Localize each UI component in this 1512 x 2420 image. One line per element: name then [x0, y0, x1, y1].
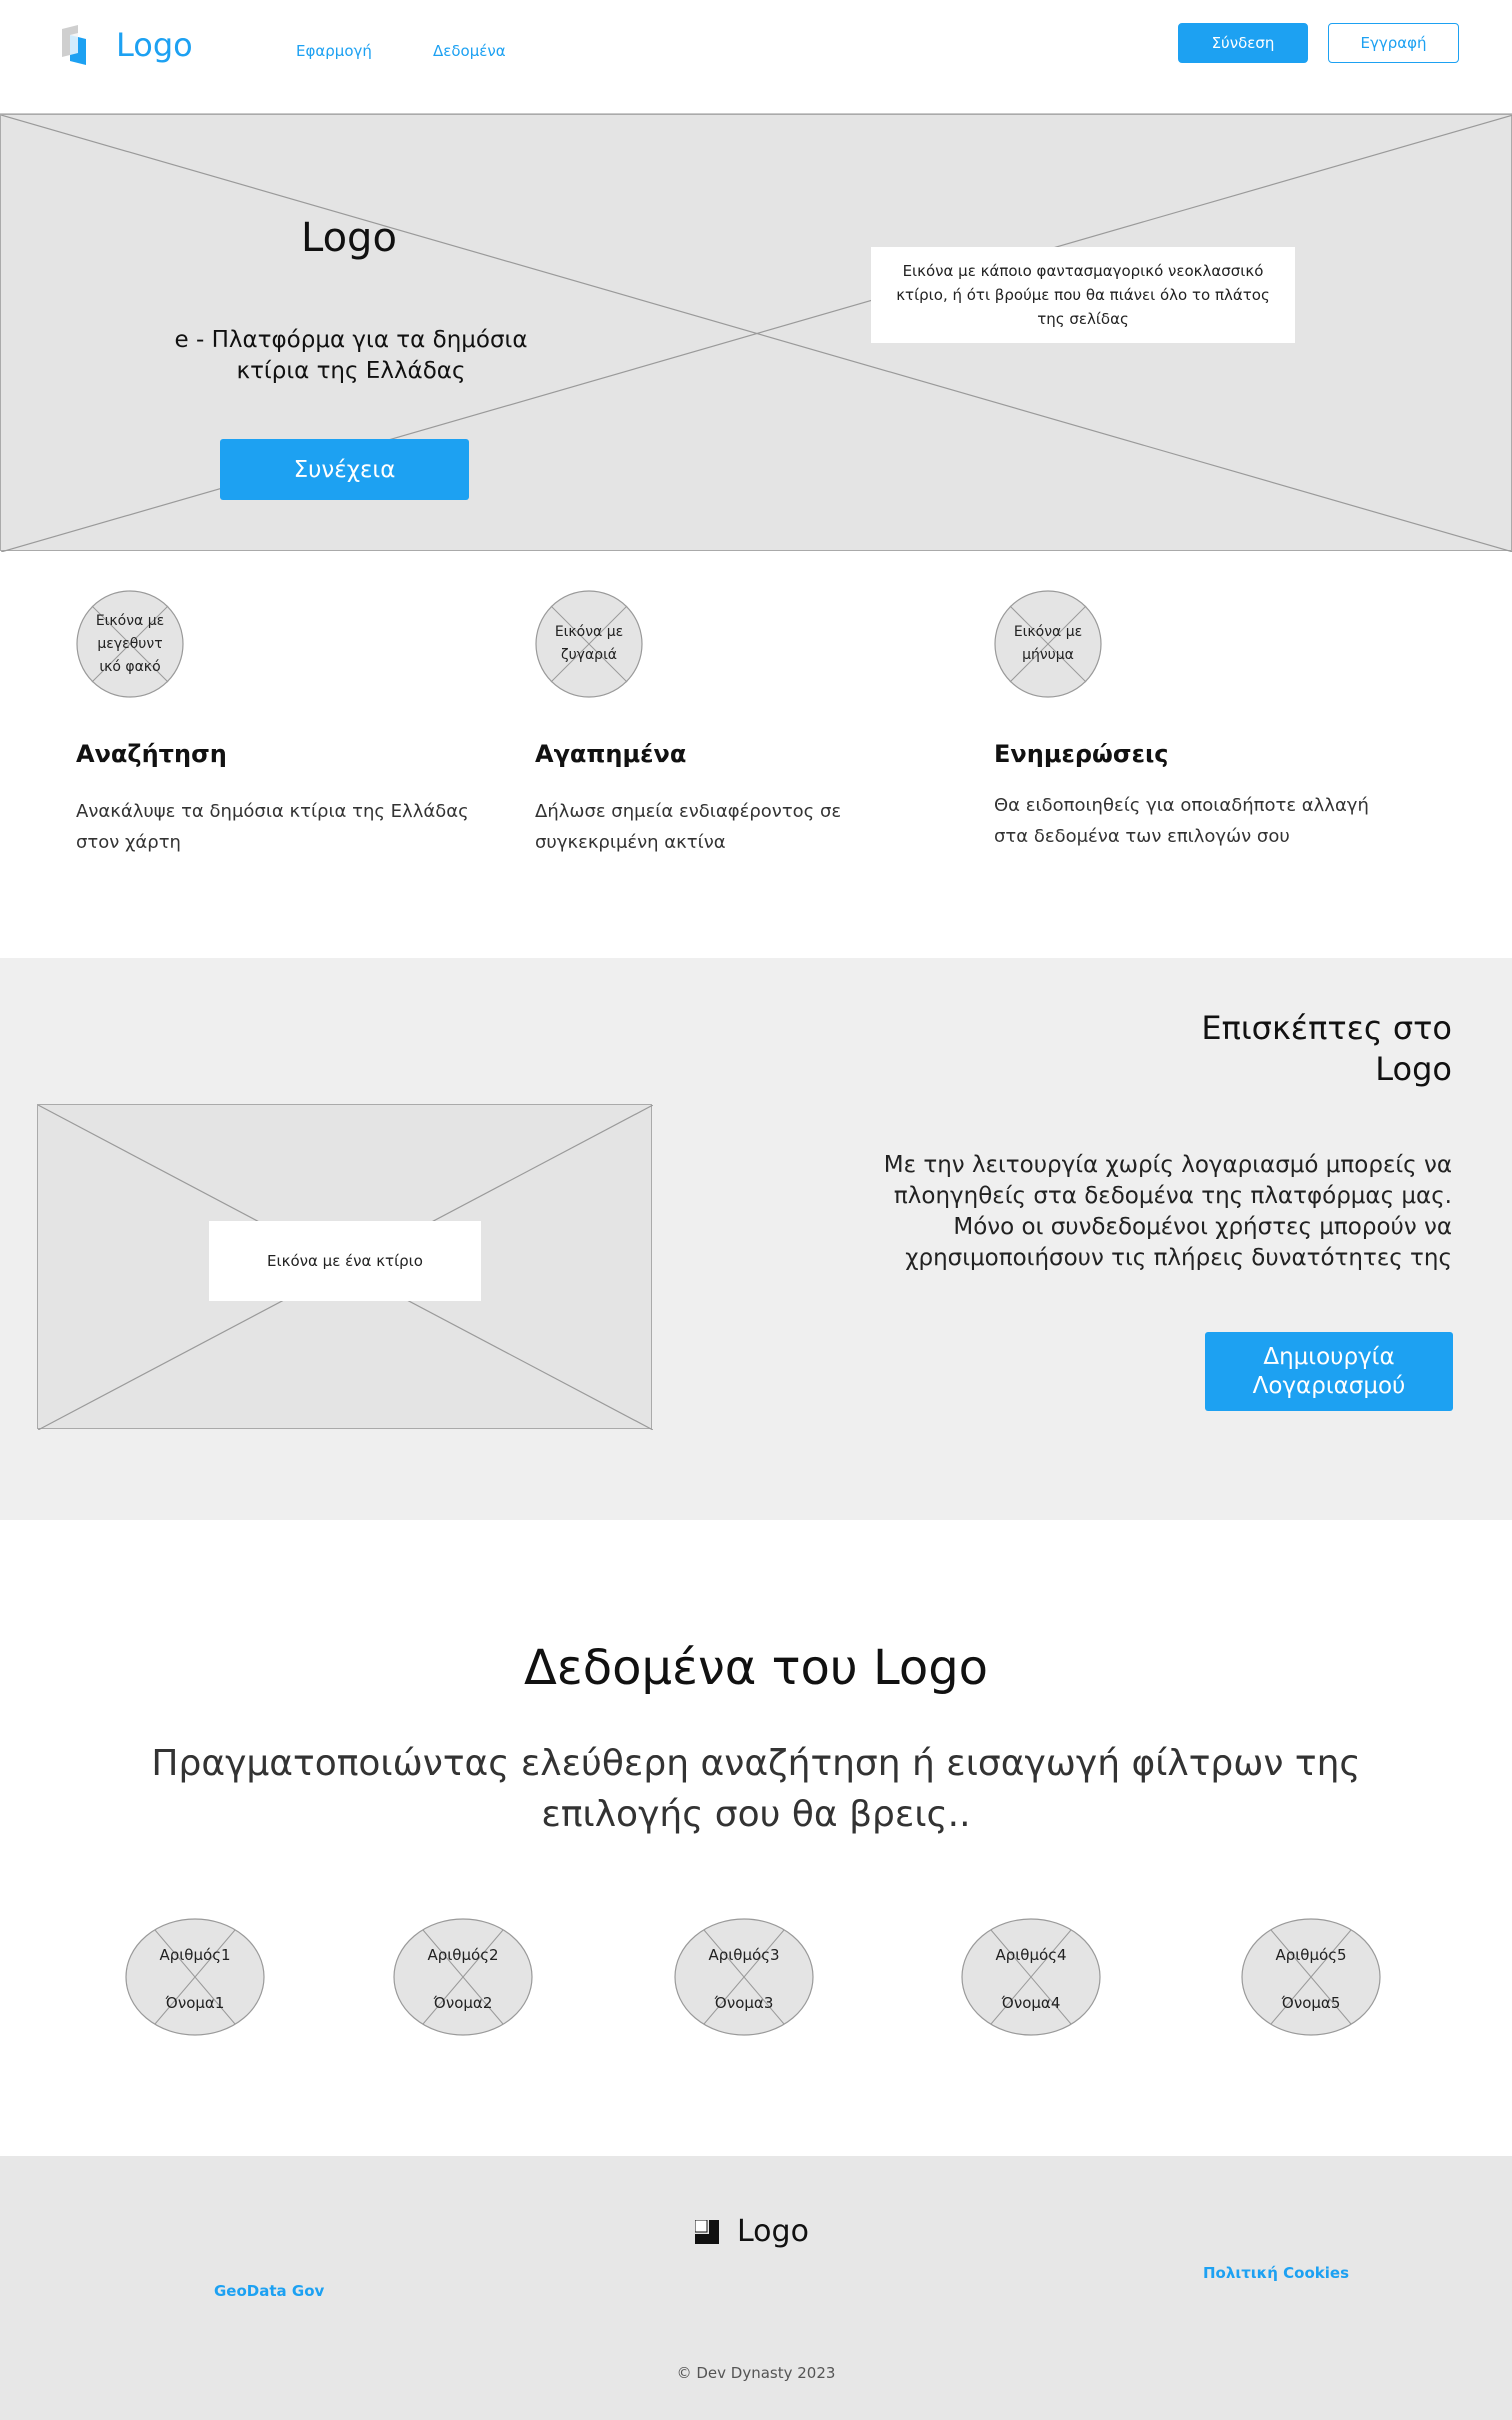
message-feature-icon-label: Εικόνα με μήνυμα — [1013, 624, 1083, 663]
feature-title-favorites: Αγαπημένα — [535, 740, 687, 768]
stat-circle: Αριθμός5 Όνομα5 — [1241, 1918, 1381, 2036]
create-account-button[interactable]: Δημιουργία Λογαριασμού — [1205, 1332, 1453, 1411]
stat-number: Αριθμός2 — [427, 1946, 499, 1964]
stat-name: Όνομα5 — [1281, 1994, 1341, 2012]
header-logo-text[interactable]: Logo — [116, 26, 193, 64]
data-section-title: Δεδομένα του Logo — [523, 1640, 989, 1696]
building-image-placeholder: Εικόνα με ένα κτίριο — [37, 1104, 653, 1430]
cookie-policy-link[interactable]: Πολιτική Cookies — [1203, 2264, 1349, 2282]
stat-number: Αριθμός1 — [159, 1946, 231, 1964]
feature-desc-favorites: Δήλωσε σημεία ενδιαφέροντος σε συγκεκριμ… — [535, 801, 842, 853]
register-button[interactable]: Εγγραφή — [1328, 23, 1459, 63]
building-image-caption: Εικόνα με ένα κτίριο — [209, 1221, 481, 1301]
message-feature-icon: Εικόνα με μήνυμα — [994, 590, 1102, 698]
stat-number: Αριθμός5 — [1275, 1946, 1347, 1964]
footer-logo-text: Logo — [737, 2214, 809, 2249]
stat-circle: Αριθμός3 Όνομα3 — [674, 1918, 814, 2036]
continue-button[interactable]: Συνέχεια — [220, 439, 469, 500]
visitors-section: Εικόνα με ένα κτίριο Επισκέπτες στο Logo… — [0, 958, 1512, 1520]
scale-feature-icon-label: Εικόνα με ζυγαριά — [554, 624, 624, 663]
nav-link-data[interactable]: Δεδομένα — [433, 42, 506, 60]
nav-link-app[interactable]: Εφαρμογή — [296, 42, 372, 60]
stat-name: Όνομα4 — [1001, 1994, 1061, 2012]
stat-number: Αριθμός4 — [995, 1946, 1067, 1964]
feature-desc-updates: Θα ειδοποιηθείς για οποιαδήποτε αλλαγή σ… — [994, 795, 1369, 847]
scale-feature-icon: Εικόνα με ζυγαριά — [535, 590, 643, 698]
feature-title-search: Αναζήτηση — [76, 740, 227, 768]
search-feature-icon-label: Εικόνα με μεγεθυντ ικό φακό — [95, 612, 165, 675]
visitors-text: Με την λειτουργία χωρίς λογαριασμό μπορε… — [883, 1152, 1452, 1271]
hero-logo-text: Logo — [301, 215, 397, 261]
footer: Logo GeoData Gov Πολιτική Cookies © Dev … — [0, 2156, 1512, 2420]
hero-subtitle: e - Πλατφόρμα για τα δημόσια κτίρια της … — [174, 327, 528, 384]
visitors-title: Επισκέπτες στο Logo — [1201, 1009, 1452, 1088]
footer-logo-icon — [694, 2219, 719, 2244]
top-nav-bar: Logo Εφαρμογή Δεδομένα Σύνδεση Εγγραφή — [0, 0, 1512, 114]
feature-title-updates: Ενημερώσεις — [994, 740, 1169, 768]
stat-number: Αριθμός3 — [708, 1946, 780, 1964]
feature-desc-search: Ανακάλυψε τα δημόσια κτίρια της Ελλάδας … — [76, 801, 469, 853]
data-section-subtitle: Πραγματοποιώντας ελεύθερη αναζήτηση ή ει… — [151, 1743, 1361, 1835]
geodata-gov-link[interactable]: GeoData Gov — [214, 2282, 324, 2300]
stat-name: Όνομα1 — [165, 1994, 225, 2012]
stat-name: Όνομα2 — [433, 1994, 493, 2012]
login-button[interactable]: Σύνδεση — [1178, 23, 1308, 63]
copyright-text: © Dev Dynasty 2023 — [676, 2364, 836, 2382]
logo-icon[interactable] — [60, 25, 92, 65]
stat-circle: Αριθμός4 Όνομα4 — [961, 1918, 1101, 2036]
stat-name: Όνομα3 — [714, 1994, 774, 2012]
search-feature-icon: Εικόνα με μεγεθυντ ικό φακό — [76, 590, 184, 698]
hero-image-caption: Εικόνα με κάποιο φαντασμαγορικό νεοκλασσ… — [871, 247, 1295, 343]
stat-circle: Αριθμός1 Όνομα1 — [125, 1918, 265, 2036]
stat-circle: Αριθμός2 Όνομα2 — [393, 1918, 533, 2036]
hero-banner: Logo e - Πλατφόρμα για τα δημόσια κτίρια… — [0, 114, 1512, 552]
